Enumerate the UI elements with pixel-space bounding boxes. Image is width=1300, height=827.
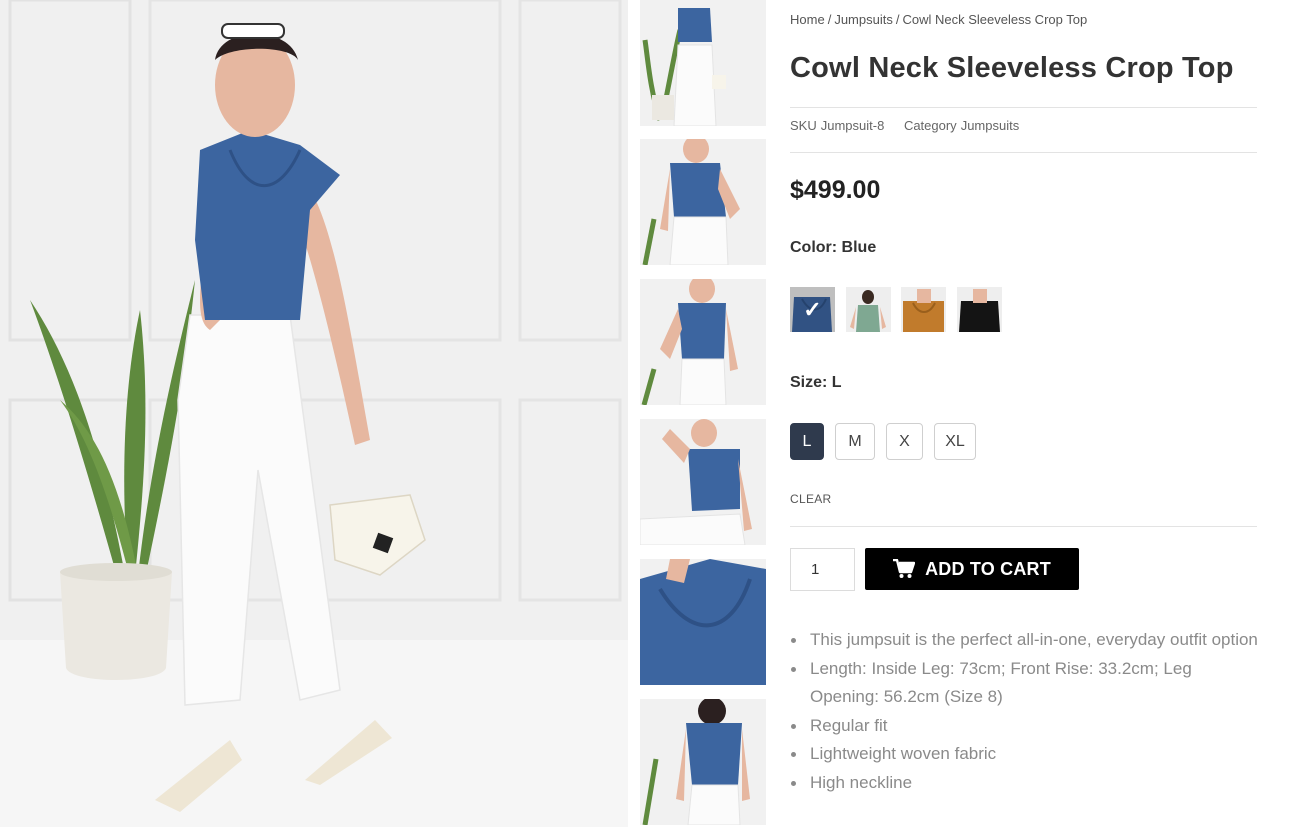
quantity-input[interactable] <box>790 548 855 591</box>
breadcrumb-separator: / <box>895 12 900 27</box>
cart-icon <box>893 559 916 579</box>
swatch-blue[interactable]: ✓ <box>790 287 835 332</box>
swatch-green[interactable] <box>846 287 891 332</box>
list-item: Regular fit <box>790 712 1260 741</box>
breadcrumb-current: Cowl Neck Sleeveless Crop Top <box>902 12 1088 27</box>
divider <box>790 107 1257 108</box>
color-label: Color: Blue <box>790 239 877 256</box>
breadcrumb-category-link[interactable]: Jumpsuits <box>834 12 893 27</box>
sku-label: SKU <box>790 118 817 133</box>
size-label: Size: L <box>790 374 842 391</box>
swatch-black[interactable] <box>957 287 1002 332</box>
add-to-cart-label: ADD TO CART <box>925 558 1051 579</box>
thumbnail-1[interactable] <box>640 0 766 126</box>
size-option-m[interactable]: M <box>835 423 875 460</box>
product-meta: SKU Jumpsuit-8 Category Jumpsuits <box>790 118 1035 133</box>
category: Category Jumpsuits <box>904 118 1019 133</box>
sku: SKU Jumpsuit-8 <box>790 118 884 133</box>
swatch-mustard[interactable] <box>901 287 946 332</box>
list-item: Length: Inside Leg: 73cm; Front Rise: 33… <box>790 655 1260 712</box>
thumbnail-5[interactable] <box>640 559 766 685</box>
clear-selection-link[interactable]: CLEAR <box>790 492 832 506</box>
thumbnail-2[interactable] <box>640 139 766 265</box>
product-title: Cowl Neck Sleeveless Crop Top <box>790 52 1234 84</box>
thumbnail-gallery <box>640 0 766 827</box>
breadcrumb-home-link[interactable]: Home <box>790 12 825 27</box>
breadcrumb: Home / Jumpsuits / Cowl Neck Sleeveless Crop… <box>790 12 1087 27</box>
size-option-x[interactable]: X <box>886 423 923 460</box>
list-item: Lightweight woven fabric <box>790 740 1260 769</box>
category-label: Category <box>903 118 957 133</box>
product-price: $499.00 <box>790 176 881 204</box>
add-to-cart-button[interactable]: ADD TO CART <box>865 548 1079 590</box>
check-icon: ✓ <box>790 287 835 332</box>
size-option-xl[interactable]: XL <box>934 423 976 460</box>
list-item: This jumpsuit is the perfect all-in-one,… <box>790 626 1260 655</box>
main-product-image[interactable] <box>0 0 628 827</box>
sku-value: Jumpsuit-8 <box>820 118 885 133</box>
category-value[interactable]: Jumpsuits <box>961 118 1020 133</box>
thumbnail-4[interactable] <box>640 419 766 545</box>
feature-list: This jumpsuit is the perfect all-in-one,… <box>790 626 1260 798</box>
thumbnail-6[interactable] <box>640 699 766 825</box>
thumbnail-3[interactable] <box>640 279 766 405</box>
divider <box>790 526 1257 527</box>
divider <box>790 152 1257 153</box>
breadcrumb-separator: / <box>827 12 832 27</box>
size-option-l[interactable]: L <box>790 423 824 460</box>
list-item: High neckline <box>790 769 1260 798</box>
